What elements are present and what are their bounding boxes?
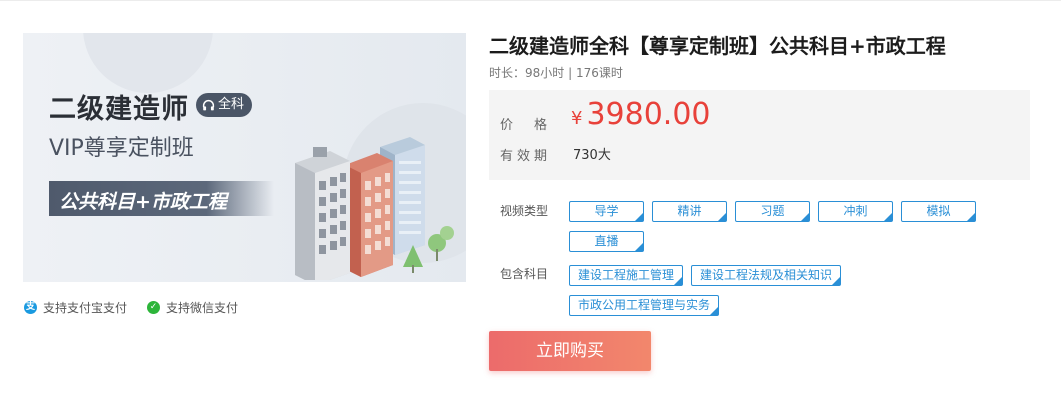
top-divider <box>0 0 1061 1</box>
course-banner: 二级建造师 全科 VIP尊享定制班 公共科目+市政工程 <box>23 33 466 282</box>
video-type-label: 视频类型 <box>500 204 549 218</box>
banner-decoration-circle <box>83 33 213 93</box>
headphones-icon <box>202 99 215 110</box>
price-value: 3980.00 <box>586 97 711 132</box>
alipay-label: 支持支付宝支付 <box>43 301 128 315</box>
alipay-support: 支 支持支付宝支付 <box>24 299 127 316</box>
wechat-icon: ✓ <box>147 301 160 314</box>
validity-label: 有效期 <box>500 149 552 164</box>
validity-value: 730大 <box>573 148 611 163</box>
buy-now-button[interactable]: 立即购买 <box>489 331 651 371</box>
video-type-option[interactable]: 习题 <box>735 201 810 222</box>
product-duration: 时长：98小时 | 176课时 <box>489 66 623 80</box>
currency-symbol: ¥ <box>571 108 583 129</box>
price: ¥ 3980.00 <box>571 97 711 132</box>
banner-title: 二级建造师 <box>49 94 189 125</box>
wechat-label: 支持微信支付 <box>166 301 239 315</box>
wechat-support: ✓ 支持微信支付 <box>147 299 238 316</box>
subject-option[interactable]: 建设工程施工管理 <box>569 265 684 286</box>
banner-subtitle: VIP尊享定制班 <box>49 136 194 161</box>
subject-option[interactable]: 建设工程法规及相关知识 <box>691 265 842 286</box>
banner-tagline: 公共科目+市政工程 <box>59 191 227 213</box>
product-title: 二级建造师全科【尊享定制班】公共科目+市政工程 <box>489 34 946 58</box>
subject-options: 建设工程施工管理 建设工程法规及相关知识 市政公用工程管理与实务 <box>569 265 869 316</box>
video-type-option[interactable]: 直播 <box>569 231 644 252</box>
video-type-option[interactable]: 模拟 <box>901 201 976 222</box>
video-type-option[interactable]: 导学 <box>569 201 644 222</box>
price-panel: 价 格 ¥ 3980.00 有效期 730大 <box>489 90 1030 180</box>
subjects-label: 包含科目 <box>500 267 549 281</box>
alipay-icon: 支 <box>24 301 37 314</box>
video-type-option[interactable]: 冲刺 <box>818 201 893 222</box>
subject-option[interactable]: 市政公用工程管理与实务 <box>569 295 720 316</box>
banner-badge: 全科 <box>196 93 253 117</box>
price-label: 价 格 <box>500 118 552 133</box>
video-type-option[interactable]: 精讲 <box>652 201 727 222</box>
buildings-illustration <box>295 137 454 280</box>
video-type-options: 导学 精讲 习题 冲刺 模拟 直播 <box>569 201 989 252</box>
banner-badge-label: 全科 <box>218 97 245 112</box>
